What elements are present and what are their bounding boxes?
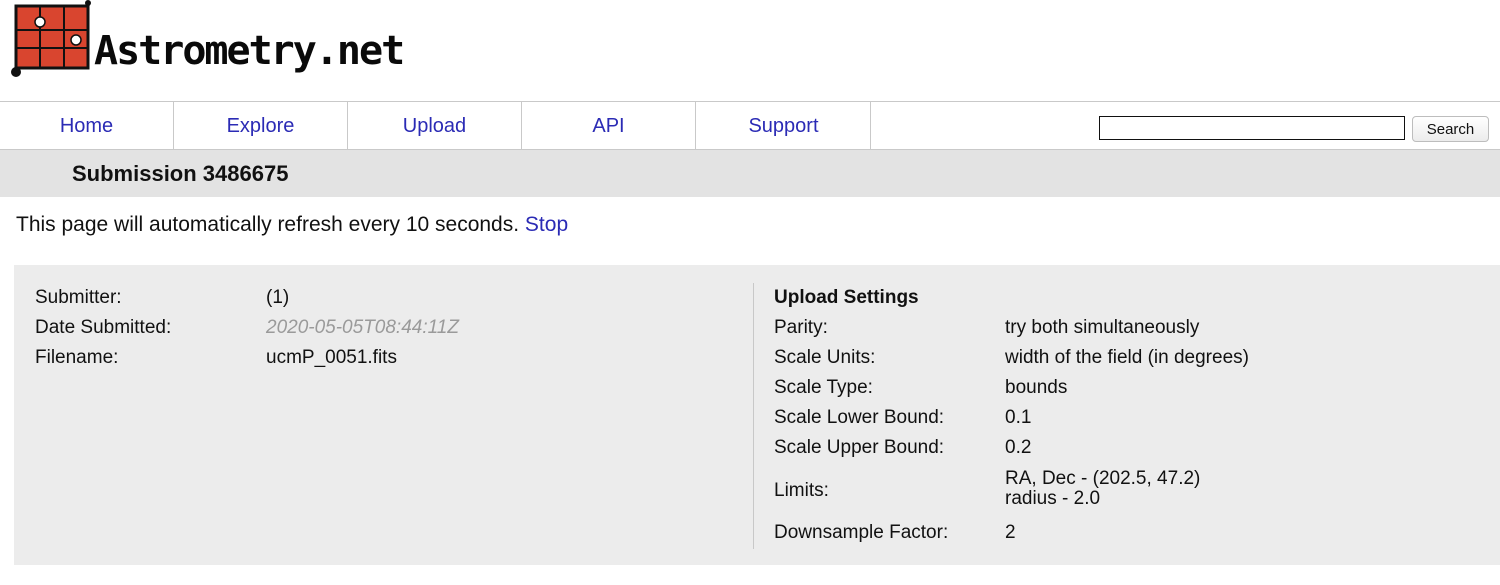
upload-settings-heading: Upload Settings xyxy=(774,287,919,308)
page-title: Submission 3486675 xyxy=(72,161,289,186)
nav-upload-link[interactable]: Upload xyxy=(348,102,522,150)
logo[interactable]: Astrometry.net xyxy=(8,0,405,90)
page: Astrometry.net Home Explore Upload API S… xyxy=(0,0,1500,585)
limits-value-line1: RA, Dec - (202.5, 47.2) xyxy=(1005,468,1201,489)
column-divider xyxy=(753,283,754,549)
nav-api-link[interactable]: API xyxy=(522,102,696,150)
parity-value: try both simultaneously xyxy=(1005,317,1200,338)
nav-explore-link[interactable]: Explore xyxy=(174,102,348,150)
nav-home-link[interactable]: Home xyxy=(0,102,174,150)
search-button[interactable]: Search xyxy=(1412,116,1489,142)
title-bar: Submission 3486675 xyxy=(0,150,1500,197)
downsample-factor-value: 2 xyxy=(1005,522,1016,543)
limits-label: Limits: xyxy=(774,480,829,501)
nav-support-link[interactable]: Support xyxy=(697,102,871,150)
astrometry-logo-icon xyxy=(11,0,91,77)
stop-refresh-link[interactable]: Stop xyxy=(525,213,568,236)
limits-value: RA, Dec - (202.5, 47.2) radius - 2.0 xyxy=(1005,469,1200,509)
scale-lower-bound-value: 0.1 xyxy=(1005,407,1032,428)
search-input[interactable] xyxy=(1099,116,1405,140)
refresh-message: This page will automatically refresh eve… xyxy=(16,213,520,236)
scale-upper-bound-label: Scale Upper Bound: xyxy=(774,437,945,458)
submitter-value: (1) xyxy=(266,287,290,308)
scale-type-value: bounds xyxy=(1005,377,1068,398)
logo-text: Astrometry.net xyxy=(94,28,405,74)
parity-label: Parity: xyxy=(774,317,828,338)
scale-type-label: Scale Type: xyxy=(774,377,873,398)
scale-upper-bound-value: 0.2 xyxy=(1005,437,1032,458)
date-submitted-label: Date Submitted: xyxy=(35,317,172,338)
date-submitted-value: 2020-05-05T08:44:11Z xyxy=(266,317,459,338)
filename-value: ucmP_0051.fits xyxy=(266,347,397,368)
header: Astrometry.net xyxy=(0,0,1500,100)
refresh-notice: This page will automatically refresh eve… xyxy=(16,213,568,237)
limits-value-line2: radius - 2.0 xyxy=(1005,488,1101,509)
scale-lower-bound-label: Scale Lower Bound: xyxy=(774,407,945,428)
scale-units-label: Scale Units: xyxy=(774,347,876,368)
filename-label: Filename: xyxy=(35,347,119,368)
submitter-label: Submitter: xyxy=(35,287,122,308)
downsample-factor-label: Downsample Factor: xyxy=(774,522,949,543)
scale-units-value: width of the field (in degrees) xyxy=(1005,347,1249,368)
main-nav: Home Explore Upload API Support Search xyxy=(0,101,1500,150)
submission-info-panel: Submitter: (1) Date Submitted: 2020-05-0… xyxy=(14,265,1500,565)
